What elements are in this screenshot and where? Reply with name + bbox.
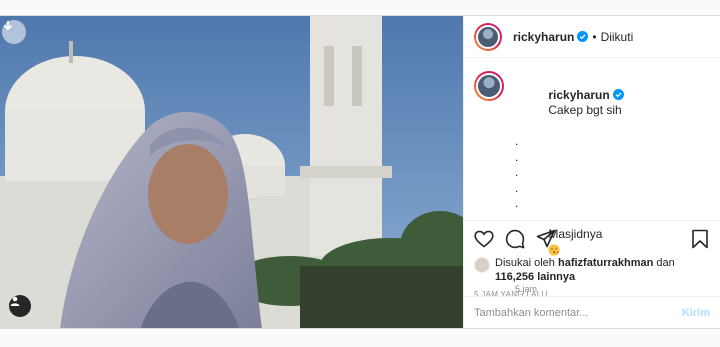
header-separator: • <box>592 29 597 44</box>
avatar[interactable] <box>474 71 504 101</box>
post-image[interactable] <box>0 16 463 328</box>
save-button[interactable] <box>689 228 711 250</box>
likes-connector: dan <box>656 257 675 269</box>
comment-button[interactable] <box>504 228 526 250</box>
comment-input[interactable] <box>474 306 682 319</box>
like-button[interactable] <box>473 228 495 250</box>
post-comment-button[interactable]: Kirim <box>682 307 710 319</box>
action-bar <box>464 220 720 256</box>
heart-icon <box>474 230 494 248</box>
avatar[interactable] <box>474 22 502 51</box>
likes-summary: Disukai oleh hafizfaturrakhman dan 116,2… <box>464 256 720 284</box>
caption-line: . <box>515 196 519 210</box>
comment-icon <box>505 229 525 248</box>
liker-username[interactable]: hafizfaturrakhman <box>558 257 653 269</box>
likes-count[interactable]: 116,256 lainnya <box>495 271 575 283</box>
mosque-photo <box>0 16 463 328</box>
send-icon <box>536 229 556 247</box>
follow-status[interactable]: Diikuti <box>601 30 634 44</box>
caption-username[interactable]: rickyharun <box>548 88 609 102</box>
download-icon[interactable] <box>2 20 26 44</box>
caption-area: rickyharun Cakep bgt sih . . . . . Masji… <box>464 58 720 294</box>
bookmark-icon <box>692 229 708 248</box>
user-tag-icon[interactable] <box>9 295 31 317</box>
verified-badge-icon <box>612 88 624 100</box>
author-username[interactable]: rickyharun <box>513 30 574 44</box>
liker-avatar[interactable] <box>474 257 490 273</box>
likes-prefix: Disukai oleh <box>495 257 555 269</box>
post-header: rickyharun • Diikuti <box>464 16 720 58</box>
caption-line: . <box>515 134 519 148</box>
caption: rickyharun Cakep bgt sih . . . . . Masji… <box>515 71 624 294</box>
add-comment-bar: Kirim <box>464 296 720 328</box>
post-card: rickyharun • Diikuti rickyharun Cakep bg… <box>0 15 720 329</box>
verified-badge-icon <box>577 31 589 42</box>
caption-line: . <box>515 149 519 164</box>
share-button[interactable] <box>535 228 557 250</box>
caption-line: . <box>515 180 519 195</box>
post-side-panel: rickyharun • Diikuti rickyharun Cakep bg… <box>463 16 720 328</box>
caption-line: Cakep bgt sih <box>548 103 622 117</box>
caption-line: . <box>515 165 519 179</box>
